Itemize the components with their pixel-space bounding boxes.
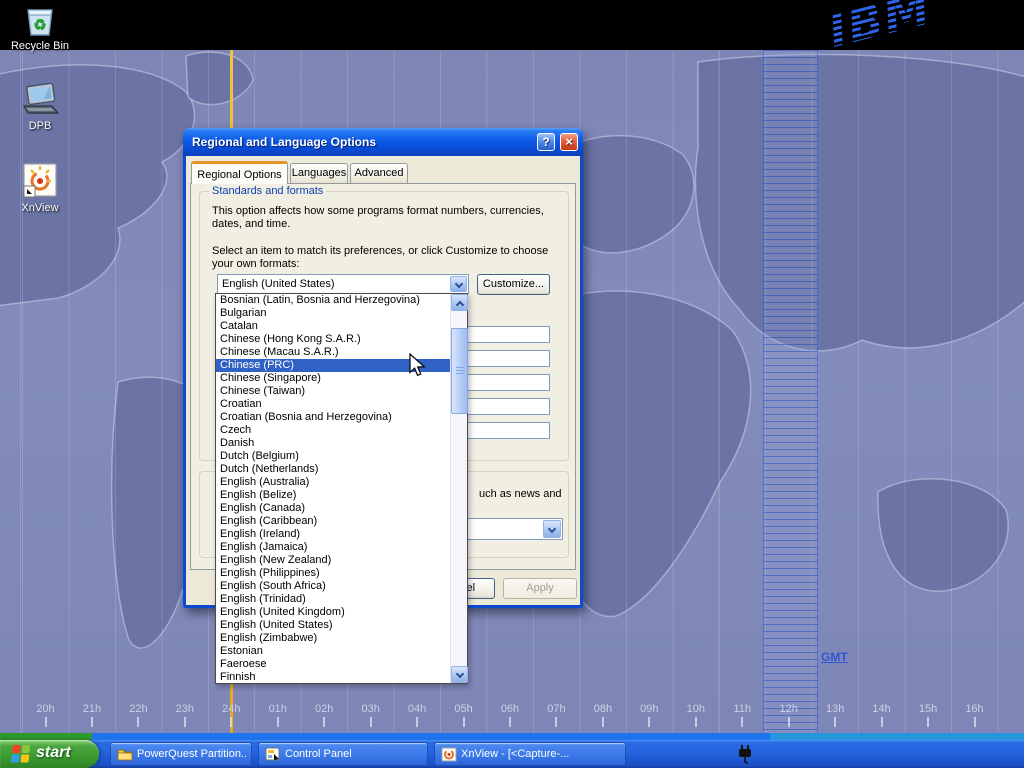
legend-green-segment xyxy=(0,733,92,740)
chevron-down-icon xyxy=(548,525,556,533)
list-item[interactable]: English (Ireland) xyxy=(216,528,450,541)
tab-regional-options[interactable]: Regional Options xyxy=(191,161,288,184)
list-item[interactable]: English (Trinidad) xyxy=(216,593,450,606)
language-listbox: Bosnian (Latin, Bosnia and Herzegovina)B… xyxy=(215,293,468,684)
taskbar-button-control-panel[interactable]: Control Panel xyxy=(258,742,428,766)
taskbar-button-label: PowerQuest Partition... xyxy=(137,748,247,760)
list-item[interactable]: English (United States) xyxy=(216,619,450,632)
mouse-cursor xyxy=(408,353,430,379)
taskbar-button-powerquest[interactable]: PowerQuest Partition... xyxy=(110,742,252,766)
desktop-icon-label: XnView xyxy=(2,202,78,214)
start-button-label: start xyxy=(36,744,71,762)
list-item[interactable]: Faeroese xyxy=(216,658,450,671)
list-item[interactable]: English (Belize) xyxy=(216,489,450,502)
list-item[interactable]: English (New Zealand) xyxy=(216,554,450,567)
desktop: 20h21h22h23h24h01h02h03h04h05h06h07h08h0… xyxy=(0,0,1024,768)
close-button[interactable]: × xyxy=(560,133,578,151)
list-item[interactable]: Bosnian (Latin, Bosnia and Herzegovina) xyxy=(216,294,450,307)
dialog-titlebar[interactable]: Regional and Language Options ? × xyxy=(183,128,583,156)
folder-icon xyxy=(117,747,133,761)
map-legend-bar xyxy=(0,733,1024,740)
list-item[interactable]: Bulgarian xyxy=(216,307,450,320)
scrollbar-grip xyxy=(456,367,464,376)
desktop-icon-label: Recycle Bin xyxy=(2,40,78,52)
format-combobox-dropdown-button[interactable] xyxy=(450,276,467,292)
svg-text:♻: ♻ xyxy=(33,17,46,34)
format-combobox-value: English (United States) xyxy=(222,277,335,291)
apply-button[interactable]: Apply xyxy=(503,578,577,599)
list-item[interactable]: English (Canada) xyxy=(216,502,450,515)
desktop-icon-label: DPB xyxy=(2,120,78,132)
xnview-task-icon xyxy=(441,747,457,762)
start-button[interactable]: start xyxy=(0,740,99,768)
control-panel-icon xyxy=(265,747,281,762)
desktop-icon-xnview[interactable]: XnView xyxy=(2,162,78,214)
tab-advanced[interactable]: Advanced xyxy=(350,163,408,183)
list-item[interactable]: English (South Africa) xyxy=(216,580,450,593)
standards-instruction: Select an item to match its preferences,… xyxy=(212,245,568,271)
list-item[interactable]: Chinese (Hong Kong S.A.R.) xyxy=(216,333,450,346)
list-item[interactable]: English (Caribbean) xyxy=(216,515,450,528)
desktop-icon-dpb[interactable]: DPB xyxy=(2,82,78,132)
gmt-meridian-band xyxy=(763,50,818,733)
format-combobox[interactable]: English (United States) xyxy=(217,274,469,294)
taskbar-button-label: Control Panel xyxy=(285,748,423,760)
chevron-down-icon xyxy=(456,670,464,678)
list-item[interactable]: English (Zimbabwe) xyxy=(216,632,450,645)
taskbar: start PowerQuest Partition... Control Pa… xyxy=(0,740,1024,768)
chevron-down-icon xyxy=(455,280,463,288)
customize-button[interactable]: Customize... xyxy=(477,274,550,295)
laptop-icon xyxy=(20,82,60,118)
list-item[interactable]: Czech xyxy=(216,424,450,437)
xnview-icon xyxy=(22,162,58,200)
group-caption: Standards and formats xyxy=(209,185,326,197)
list-item[interactable]: English (Australia) xyxy=(216,476,450,489)
tab-languages[interactable]: Languages xyxy=(290,163,348,183)
listbox-scrollbar[interactable] xyxy=(450,294,467,683)
desktop-icon-recycle-bin[interactable]: ♻ Recycle Bin xyxy=(2,6,78,52)
list-item[interactable]: Catalan xyxy=(216,320,450,333)
standards-description: This option affects how some programs fo… xyxy=(212,205,564,231)
recycle-bin-icon: ♻ xyxy=(23,6,57,38)
scroll-up-button[interactable] xyxy=(451,294,468,311)
list-item[interactable]: Croatian xyxy=(216,398,450,411)
list-item[interactable]: English (Jamaica) xyxy=(216,541,450,554)
taskbar-button-xnview[interactable]: XnView - [<Capture-... xyxy=(434,742,626,766)
legend-blue-segment xyxy=(92,733,770,740)
list-item[interactable]: English (United Kingdom) xyxy=(216,606,450,619)
location-text-fragment: uch as news and xyxy=(479,488,562,501)
help-button[interactable]: ? xyxy=(537,133,555,151)
list-item[interactable]: Finnish xyxy=(216,671,450,683)
legend-lightblue-segment xyxy=(770,733,1024,740)
windows-flag-icon xyxy=(9,743,33,765)
list-item[interactable]: Danish xyxy=(216,437,450,450)
ac-power-plug-icon xyxy=(736,744,754,764)
location-combobox-dropdown-button[interactable] xyxy=(543,520,561,538)
chevron-up-icon xyxy=(456,301,464,309)
scrollbar-thumb[interactable] xyxy=(451,328,468,414)
list-item[interactable]: Chinese (Taiwan) xyxy=(216,385,450,398)
dialog-title: Regional and Language Options xyxy=(192,135,376,149)
list-item[interactable]: Dutch (Belgium) xyxy=(216,450,450,463)
list-item[interactable]: Croatian (Bosnia and Herzegovina) xyxy=(216,411,450,424)
list-item[interactable]: Estonian xyxy=(216,645,450,658)
list-item[interactable]: Dutch (Netherlands) xyxy=(216,463,450,476)
gmt-label: GMT xyxy=(821,650,848,664)
scroll-down-button[interactable] xyxy=(451,666,468,683)
taskbar-button-label: XnView - [<Capture-... xyxy=(461,748,621,760)
list-item[interactable]: English (Philippines) xyxy=(216,567,450,580)
